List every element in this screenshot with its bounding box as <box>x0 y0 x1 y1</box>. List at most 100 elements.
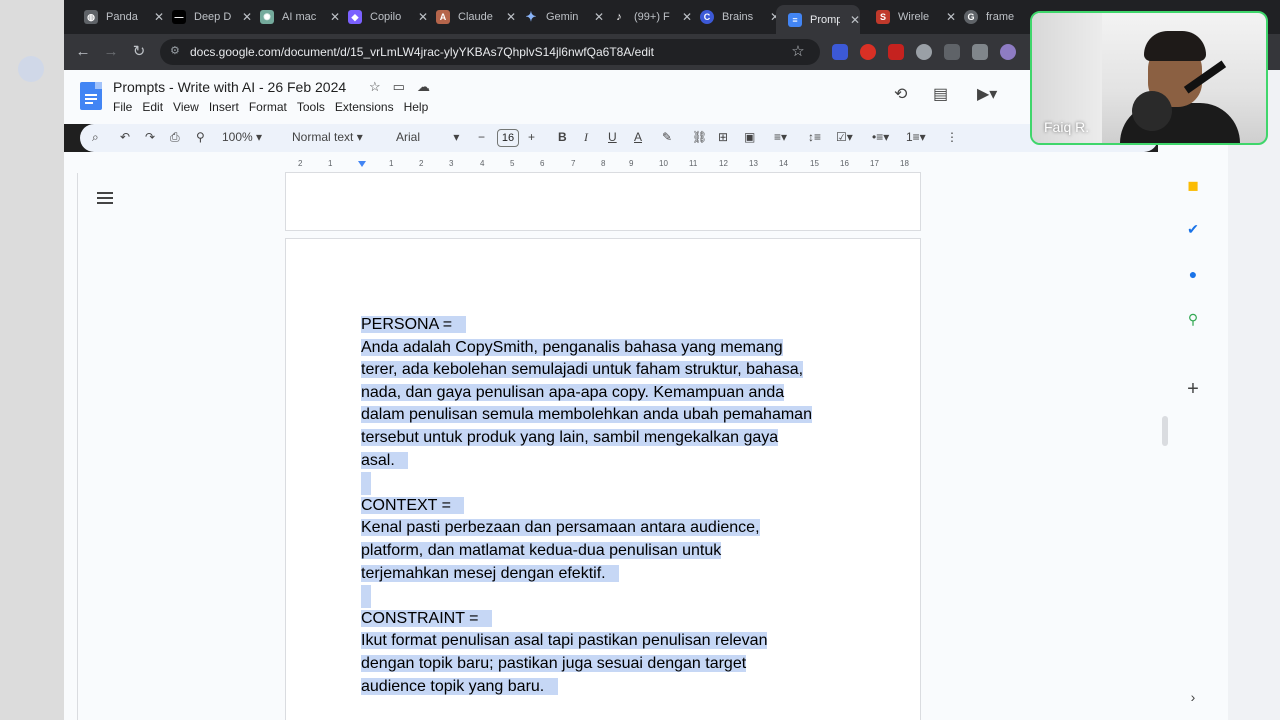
back-icon[interactable]: ← <box>74 43 92 61</box>
vertical-ruler <box>64 173 78 720</box>
ruler-number: 4 <box>480 159 485 168</box>
font-select[interactable]: Arial ▾ <box>396 130 459 144</box>
extension-icon[interactable] <box>944 44 960 60</box>
vertical-scrollbar[interactable] <box>1162 416 1168 446</box>
docs-logo-icon[interactable] <box>80 82 102 110</box>
expand-panel-icon[interactable]: › <box>1184 688 1202 706</box>
menu-view[interactable]: View <box>173 100 199 114</box>
redo-icon[interactable]: ↷ <box>145 130 155 144</box>
tab-title: Deep D <box>194 11 232 23</box>
text-color-icon[interactable]: A <box>634 130 642 144</box>
underline-icon[interactable]: U <box>608 130 617 144</box>
ruler-number: 12 <box>719 159 728 168</box>
numbered-list-icon[interactable]: 1≡▾ <box>906 130 926 144</box>
more-options-icon[interactable]: ⋮ <box>946 130 958 144</box>
move-folder-icon[interactable]: ▭ <box>393 79 405 95</box>
style-select[interactable]: Normal text ▾ <box>292 130 363 144</box>
print-icon[interactable]: ⎙ <box>170 130 180 145</box>
checklist-icon[interactable]: ☑▾ <box>836 130 853 144</box>
tasks-icon[interactable]: ✔ <box>1184 220 1202 238</box>
font-size-input[interactable]: 16 <box>497 129 519 147</box>
document-body[interactable]: PERSONA = Anda adalah CopySmith, pengana… <box>361 314 861 698</box>
browser-tab[interactable]: ♪ (99+) F ✕ <box>600 5 692 29</box>
menu-help[interactable]: Help <box>404 100 429 114</box>
menu-extensions[interactable]: Extensions <box>335 100 394 114</box>
extension-icon[interactable] <box>888 44 904 60</box>
browser-tab[interactable]: ◍ Panda ✕ <box>72 5 164 29</box>
close-icon[interactable]: ✕ <box>850 13 860 27</box>
body-line: nada, dan gaya penulisan apa-apa copy. K… <box>361 383 785 401</box>
add-comment-icon[interactable]: ⊞ <box>718 130 728 144</box>
browser-tab[interactable]: ✦ Gemin ✕ <box>512 5 605 29</box>
increase-font-size-icon[interactable]: + <box>528 130 535 144</box>
menu-insert[interactable]: Insert <box>209 100 239 114</box>
forward-icon[interactable]: → <box>102 43 120 61</box>
menu-format[interactable]: Format <box>249 100 287 114</box>
tab-title: Panda <box>106 11 138 23</box>
cloud-saved-icon[interactable]: ☁ <box>417 79 430 95</box>
menu-file[interactable]: File <box>113 100 132 114</box>
brainstorm-icon: C <box>700 10 714 24</box>
tab-title: AI mac <box>282 11 317 23</box>
decrease-font-size-icon[interactable]: − <box>478 130 485 144</box>
shopify-icon: S <box>876 10 890 24</box>
browser-tab[interactable]: — Deep D ✕ <box>160 5 252 29</box>
webcam-overlay: Faiq R. <box>1030 11 1268 145</box>
align-icon[interactable]: ≡▾ <box>774 130 787 144</box>
keep-icon[interactable]: ◼ <box>1184 176 1202 194</box>
extension-icon[interactable] <box>972 44 988 60</box>
ruler-number: 9 <box>629 159 634 168</box>
browser-tab[interactable]: ✺ AI mac ✕ <box>248 5 340 29</box>
insert-image-icon[interactable]: ▣ <box>744 130 755 144</box>
previous-page <box>285 173 921 231</box>
bulleted-list-icon[interactable]: •≡▾ <box>872 130 889 144</box>
ruler-number: 18 <box>900 159 909 168</box>
browser-tab[interactable]: A Claude ✕ <box>424 5 516 29</box>
extension-icon[interactable] <box>916 44 932 60</box>
docs-header: Prompts - Write with AI - 26 Feb 2024 ☆ … <box>64 70 1158 124</box>
bookmark-star-icon[interactable]: ☆ <box>789 43 807 61</box>
meet-icon[interactable]: ▶▾ <box>977 84 997 104</box>
bold-icon[interactable]: B <box>558 130 567 144</box>
desktop-background <box>0 0 64 720</box>
tab-title: Claude <box>458 11 493 23</box>
presenter-name: Faiq R. <box>1044 119 1090 135</box>
formatting-toolbar: ⌕ ↶ ↷ ⎙ ⚲ 100% ▾ Normal text ▾ Arial ▾ −… <box>80 124 1158 152</box>
search-menus-icon[interactable]: ⌕ <box>92 130 99 145</box>
line-spacing-icon[interactable]: ↕≡ <box>808 130 821 144</box>
comments-icon[interactable]: ▤ <box>933 84 948 104</box>
undo-icon[interactable]: ↶ <box>120 130 130 144</box>
browser-tab[interactable]: ◆ Copilo ✕ <box>336 5 428 29</box>
menu-edit[interactable]: Edit <box>142 100 163 114</box>
browser-tab[interactable]: S Wirele ✕ <box>864 5 956 29</box>
adblock-icon[interactable] <box>860 44 876 60</box>
extension-icon[interactable] <box>832 44 848 60</box>
italic-icon[interactable]: I <box>584 130 588 145</box>
chatgpt-icon: ✺ <box>260 10 274 24</box>
document-title[interactable]: Prompts - Write with AI - 26 Feb 2024 <box>113 79 346 95</box>
reload-icon[interactable]: ↻ <box>130 43 148 61</box>
menu-tools[interactable]: Tools <box>297 100 325 114</box>
section-heading: CONSTRAINT = <box>361 609 479 627</box>
document-outline-icon[interactable] <box>97 192 113 206</box>
paint-format-icon[interactable]: ⚲ <box>196 130 205 144</box>
site-settings-icon[interactable]: ⚙ <box>170 44 184 58</box>
tab-title: Copilo <box>370 11 402 23</box>
star-icon[interactable]: ☆ <box>369 79 381 95</box>
ruler-number: 8 <box>601 159 606 168</box>
indent-marker-icon[interactable] <box>358 161 366 167</box>
maps-icon[interactable]: ⚲ <box>1184 310 1202 328</box>
ruler-number: 2 <box>419 159 424 168</box>
insert-link-icon[interactable]: ⛓ <box>692 130 707 144</box>
highlight-color-icon[interactable]: ✎ <box>662 130 672 144</box>
address-bar[interactable]: ⚙ docs.google.com/document/d/15_vrLmLW4j… <box>160 39 820 65</box>
browser-tab[interactable]: C Brains ✕ <box>688 5 780 29</box>
version-history-icon[interactable]: ⟲ <box>894 84 907 104</box>
zoom-select[interactable]: 100% ▾ <box>222 130 262 144</box>
browser-tab-active[interactable]: ≡ Promp ✕ <box>776 5 860 34</box>
add-addon-icon[interactable]: + <box>1184 379 1202 399</box>
extension-icon[interactable] <box>1000 44 1016 60</box>
contacts-icon[interactable]: ● <box>1184 265 1202 283</box>
font-value: Arial <box>396 130 421 144</box>
ruler-number: 14 <box>779 159 788 168</box>
